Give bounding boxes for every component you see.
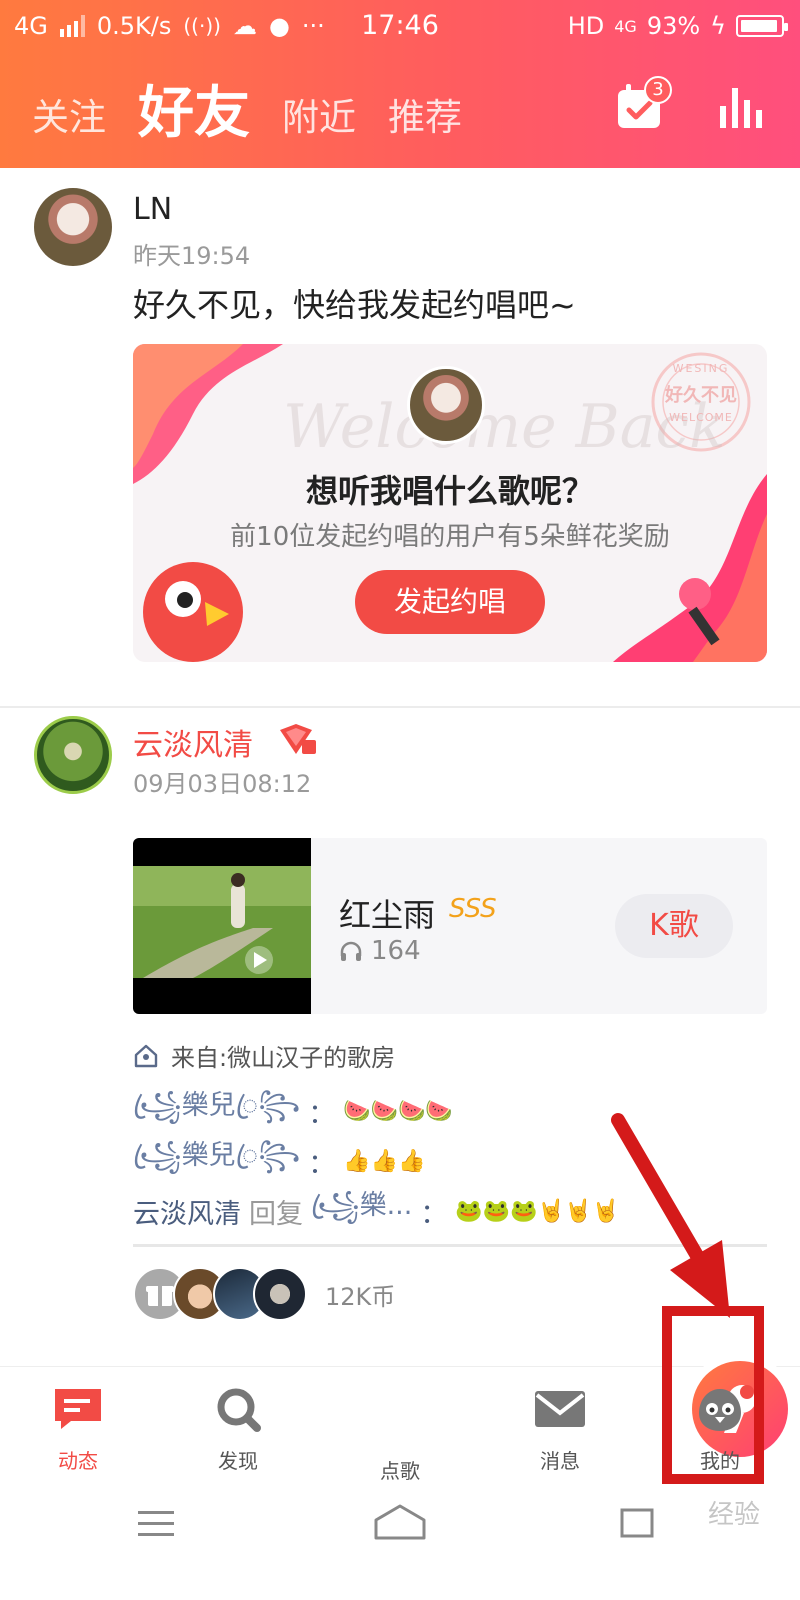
headphones-icon [340,941,362,961]
song-plays: 164 [339,936,421,966]
card-question: 想听我唱什么歌呢？ [305,472,594,510]
back-icon[interactable] [618,1506,658,1540]
post-time: 09月03日08:12 [133,770,312,798]
network-small: 4G [614,16,637,36]
watermark: 经验 [707,1500,760,1530]
battery-icon [736,15,788,37]
stamp-top: WESING [672,362,730,375]
coin-total: 12K币 [325,1282,396,1311]
chat-bubble-icon [55,1389,101,1429]
nav-messages[interactable]: 消息 [500,1385,620,1474]
bar-chart-icon[interactable] [716,82,772,138]
nav-label: 动态 [58,1449,98,1473]
calendar-badge: 3 [644,76,672,104]
feed-post: LN 昨天19:54 好久不见，快给我发起约唱吧~ Welcome Back W… [0,168,800,708]
comment-sep: ： [420,1198,448,1230]
search-icon [217,1388,261,1432]
vip-badge-icon [276,722,316,756]
annotation-arrow-icon [611,1113,730,1318]
gift-row[interactable]: 12K币 [133,1266,395,1322]
song-title: 红尘雨 [339,896,436,934]
nav-feed[interactable]: 动态 [18,1385,138,1474]
feed-tabs: 关注 好友 附近 推荐 [32,76,462,146]
post-username[interactable]: 云淡风清 [133,720,253,764]
comment-user[interactable]: ꧁ꦿ樂兒ꦿ꧂ [133,1083,300,1139]
post-username[interactable]: LN [133,192,172,227]
score-grade: SSS [449,894,497,924]
card-avatar [407,366,485,444]
charging-icon: ϟ [710,12,726,40]
nav-label: 点歌 [380,1459,420,1483]
tab-follow[interactable]: 关注 [32,99,106,146]
post-time: 昨天19:54 [133,242,251,270]
comment-emoji: 👍👍👍 [343,1148,426,1174]
nav-label: 发现 [218,1449,258,1473]
stamp-middle: 好久不见 [665,385,737,406]
system-nav-bar [0,1494,800,1600]
song-card[interactable]: 红尘雨 SSS 164 K歌 [133,838,767,1014]
comment-user[interactable]: 云淡风清 [133,1192,241,1231]
home-icon[interactable] [372,1502,428,1542]
post-text: 好久不见，快给我发起约唱吧~ [133,286,576,324]
play-count: 164 [371,936,421,966]
nav-discover[interactable]: 发现 [178,1385,298,1474]
card-subtitle: 前10位发起约唱的用户有5朵鲜花奖励 [230,522,670,552]
status-bar: 4G 0.5K/s ((·)) ☁ ● ··· 17:46 HD 4G 93% … [0,0,800,54]
song-thumbnail[interactable] [133,838,311,1014]
tab-nearby[interactable]: 附近 [282,99,356,146]
start-duet-button[interactable]: 发起约唱 [355,570,545,634]
comment-user[interactable]: ꧁ꦿ樂兒ꦿ꧂ [133,1133,300,1189]
menu-icon[interactable] [136,1508,176,1538]
battery-percent: 93% [646,12,701,40]
app-header: 4G 0.5K/s ((·)) ☁ ● ··· 17:46 HD 4G 93% … [0,0,800,168]
nav-song-request[interactable]: 点歌 [340,1361,788,1484]
parrot-mascot [143,562,243,662]
comment-emoji: 🐸🐸🐸🤘🤘🤘 [455,1198,620,1224]
reply-label: 回复 [249,1198,303,1230]
source-room[interactable]: 来自:微山汉子的歌房 [133,1038,395,1073]
welcome-stamp: WESING 好久不见 WELCOME [653,362,749,424]
nav-label: 消息 [540,1449,580,1473]
sing-button[interactable]: K歌 [615,894,733,958]
hd-indicator: HD [567,12,605,40]
comment-sep: ： [308,1148,336,1180]
tab-friends[interactable]: 好友 [138,86,250,146]
envelope-icon [535,1391,585,1427]
welcome-back-card[interactable]: Welcome Back WESING 好久不见 WELCOME 想听我唱什么歌… [133,344,767,662]
source-room-text: 来自:微山汉子的歌房 [171,1044,396,1072]
avatar[interactable] [34,188,112,266]
annotation-highlight-box [662,1306,764,1484]
comment-sep: ： [308,1098,336,1130]
calendar-check-icon[interactable]: 3 [614,76,672,138]
stamp-bottom: WELCOME [669,411,733,424]
reply-target[interactable]: ꧁ꦿ樂... [311,1183,412,1239]
avatar[interactable] [34,716,112,794]
house-icon [134,1044,158,1067]
avatar[interactable] [253,1267,307,1321]
tab-recommend[interactable]: 推荐 [388,99,462,146]
comment-emoji: 🍉🍉🍉🍉 [343,1098,453,1124]
